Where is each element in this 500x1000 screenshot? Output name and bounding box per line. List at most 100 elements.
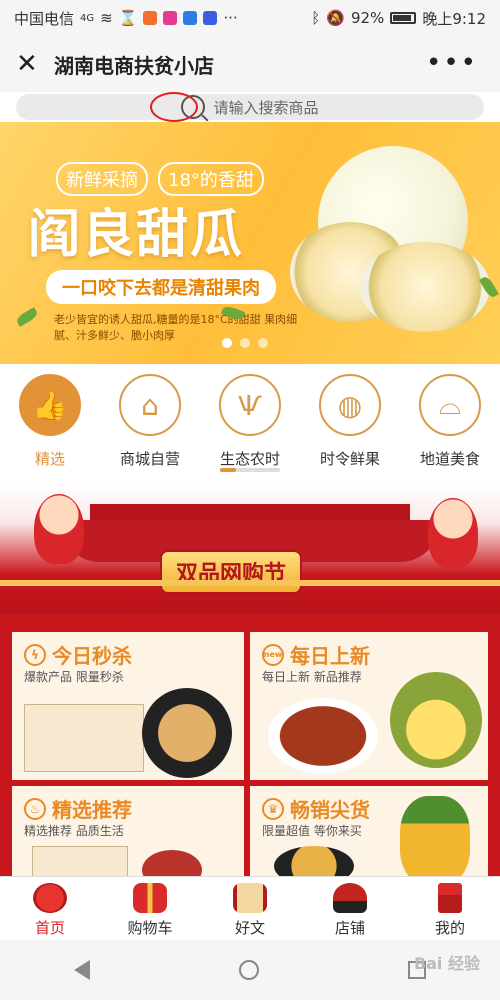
title-bar: ✕ 湖南电商扶贫小店 ••• (0, 36, 500, 92)
home-icon[interactable] (238, 960, 259, 980)
category-item-mall[interactable]: ⌂ 商城自营 (105, 374, 195, 480)
tile-title: new 每日上新 (262, 640, 370, 669)
tile-new-arrivals[interactable]: new 每日上新 每日上新 新品推荐 (250, 632, 488, 780)
new-badge-icon: new (262, 643, 284, 666)
back-icon[interactable] (74, 960, 91, 980)
festival-title: 双品网购节 (160, 550, 303, 594)
mango-plate-image (274, 846, 354, 876)
nav-label: 好文 (234, 919, 265, 937)
nav-label: 首页 (34, 919, 65, 937)
category-item-food[interactable]: ⌓ 地道美食 (405, 374, 495, 480)
banner-tags: 新鲜采摘 18°的香甜 (56, 162, 264, 196)
network-label: 4G (80, 12, 95, 24)
store-icon: ⌂ (119, 374, 181, 436)
tile-title-text: 今日秒杀 (52, 644, 132, 668)
browser-app-icon (183, 11, 198, 25)
hourglass-icon: ⌛ (118, 9, 138, 27)
tile-recommended[interactable]: ♨ 精选推荐 精选推荐 品质生活 (12, 786, 244, 876)
kid-right-image (428, 498, 478, 568)
peanut-box-image (24, 704, 144, 772)
banner-tag: 18°的香甜 (158, 162, 264, 196)
tile-title-text: 畅销尖货 (290, 798, 370, 822)
peanut-plate-image (142, 688, 232, 778)
carrier-label: 中国电信 (14, 9, 75, 28)
tile-subtitle: 限量超值 等你来买 (262, 824, 362, 838)
kid-left-image (34, 494, 84, 564)
carousel-dot[interactable] (258, 338, 268, 348)
carousel-dots (222, 338, 268, 348)
tile-bestsellers[interactable]: ♛ 畅销尖货 限量超值 等你来买 (250, 786, 488, 876)
plant-icon: Ѱ (219, 374, 281, 436)
nav-label: 我的 (434, 919, 465, 937)
category-label: 时令鲜果 (319, 450, 380, 468)
category-label: 商城自营 (119, 450, 180, 468)
scroll-icon (233, 883, 267, 913)
nav-item-home[interactable]: 首页 (5, 877, 95, 940)
lantern-icon (33, 883, 67, 913)
mute-icon: 🔕 (326, 9, 345, 27)
bottom-nav: 首页 购物车 好文 店铺 我的 (0, 876, 500, 940)
tile-title-text: 每日上新 (290, 644, 370, 668)
gift-box-image (32, 846, 128, 876)
tile-subtitle: 精选推荐 品质生活 (24, 824, 124, 838)
gold-border (0, 580, 500, 586)
nav-item-shop[interactable]: 店铺 (305, 877, 395, 940)
category-label: 精选 (34, 450, 65, 468)
nav-item-cart[interactable]: 购物车 (105, 877, 195, 940)
cloche-icon: ⌓ (419, 374, 481, 436)
category-item-featured[interactable]: 👍 精选 (5, 374, 95, 480)
battery-percent: 92% (350, 9, 385, 27)
bluetooth-icon: ᛒ (311, 9, 321, 27)
banner-title: 阎良甜瓜 (28, 205, 245, 265)
nav-item-profile[interactable]: 我的 (405, 877, 495, 940)
more-dots-icon: ··· (223, 9, 238, 27)
red-envelope-icon (438, 883, 462, 913)
lightning-icon: ϟ (24, 643, 46, 666)
annotation-circle (150, 92, 198, 122)
tile-title: ♛ 畅销尖货 (262, 794, 370, 823)
category-item-eco-farm[interactable]: Ѱ 生态农时 (205, 374, 295, 480)
category-item-fruit[interactable]: ◍ 时令鲜果 (305, 374, 395, 480)
leaf-decoration (14, 307, 40, 327)
carousel-dot[interactable] (222, 338, 232, 348)
close-icon[interactable]: ✕ (16, 49, 46, 79)
more-menu-button[interactable]: ••• (426, 48, 478, 78)
tile-flash-sale[interactable]: ϟ 今日秒杀 爆款产品 限量秒杀 (12, 632, 244, 780)
status-bar: 中国电信 4G ≋ ⌛ ··· ᛒ 🔕 92% 晚上9:12 (0, 0, 500, 36)
festival-banner[interactable]: 双品网购节 (0, 484, 500, 614)
melon-slice-image (360, 242, 490, 332)
product-grid: ϟ 今日秒杀 爆款产品 限量秒杀 new 每日上新 每日上新 新品推荐 ♨ 精选… (0, 614, 500, 876)
search-bar: 请输入搜索商品 (0, 92, 500, 122)
flame-icon: ♨ (24, 797, 46, 820)
sausage-image (142, 850, 202, 876)
carousel-dot[interactable] (240, 338, 250, 348)
category-label: 地道美食 (419, 450, 480, 468)
tile-title-text: 精选推荐 (52, 798, 132, 822)
watermark: Bai 经验 (413, 954, 480, 973)
store-hat-icon (333, 883, 367, 913)
paw-app-icon (203, 11, 218, 25)
search-placeholder: 请输入搜索商品 (213, 98, 319, 117)
battery-icon (390, 12, 417, 24)
thumbs-up-icon: 👍 (19, 374, 81, 436)
nav-item-articles[interactable]: 好文 (205, 877, 295, 940)
tile-title: ♨ 精选推荐 (24, 794, 132, 823)
page-title: 湖南电商扶贫小店 (54, 53, 214, 78)
search-input[interactable]: 请输入搜索商品 (16, 94, 484, 120)
category-scroll-indicator (220, 468, 280, 472)
category-row: 👍 精选 ⌂ 商城自营 Ѱ 生态农时 ◍ 时令鲜果 ⌓ 地道美食 (0, 364, 500, 480)
nav-label: 店铺 (334, 919, 365, 937)
tile-subtitle: 爆款产品 限量秒杀 (24, 670, 124, 684)
banner-slogan: 一口咬下去都是清甜果肉 (46, 270, 276, 304)
promo-banner[interactable]: 新鲜采摘 18°的香甜 阎良甜瓜 一口咬下去都是清甜果肉 老少皆宜的诱人甜瓜,糖… (0, 122, 500, 364)
player-app-icon (163, 11, 178, 25)
nav-label: 购物车 (127, 919, 173, 937)
video-app-icon (143, 11, 158, 25)
durian-image (390, 672, 482, 768)
clock: 晚上9:12 (422, 9, 486, 28)
category-label: 生态农时 (219, 450, 280, 468)
tile-title: ϟ 今日秒杀 (24, 640, 132, 669)
tile-subtitle: 每日上新 新品推荐 (262, 670, 362, 684)
pineapple-image (400, 796, 470, 876)
banner-tag: 新鲜采摘 (56, 162, 148, 196)
